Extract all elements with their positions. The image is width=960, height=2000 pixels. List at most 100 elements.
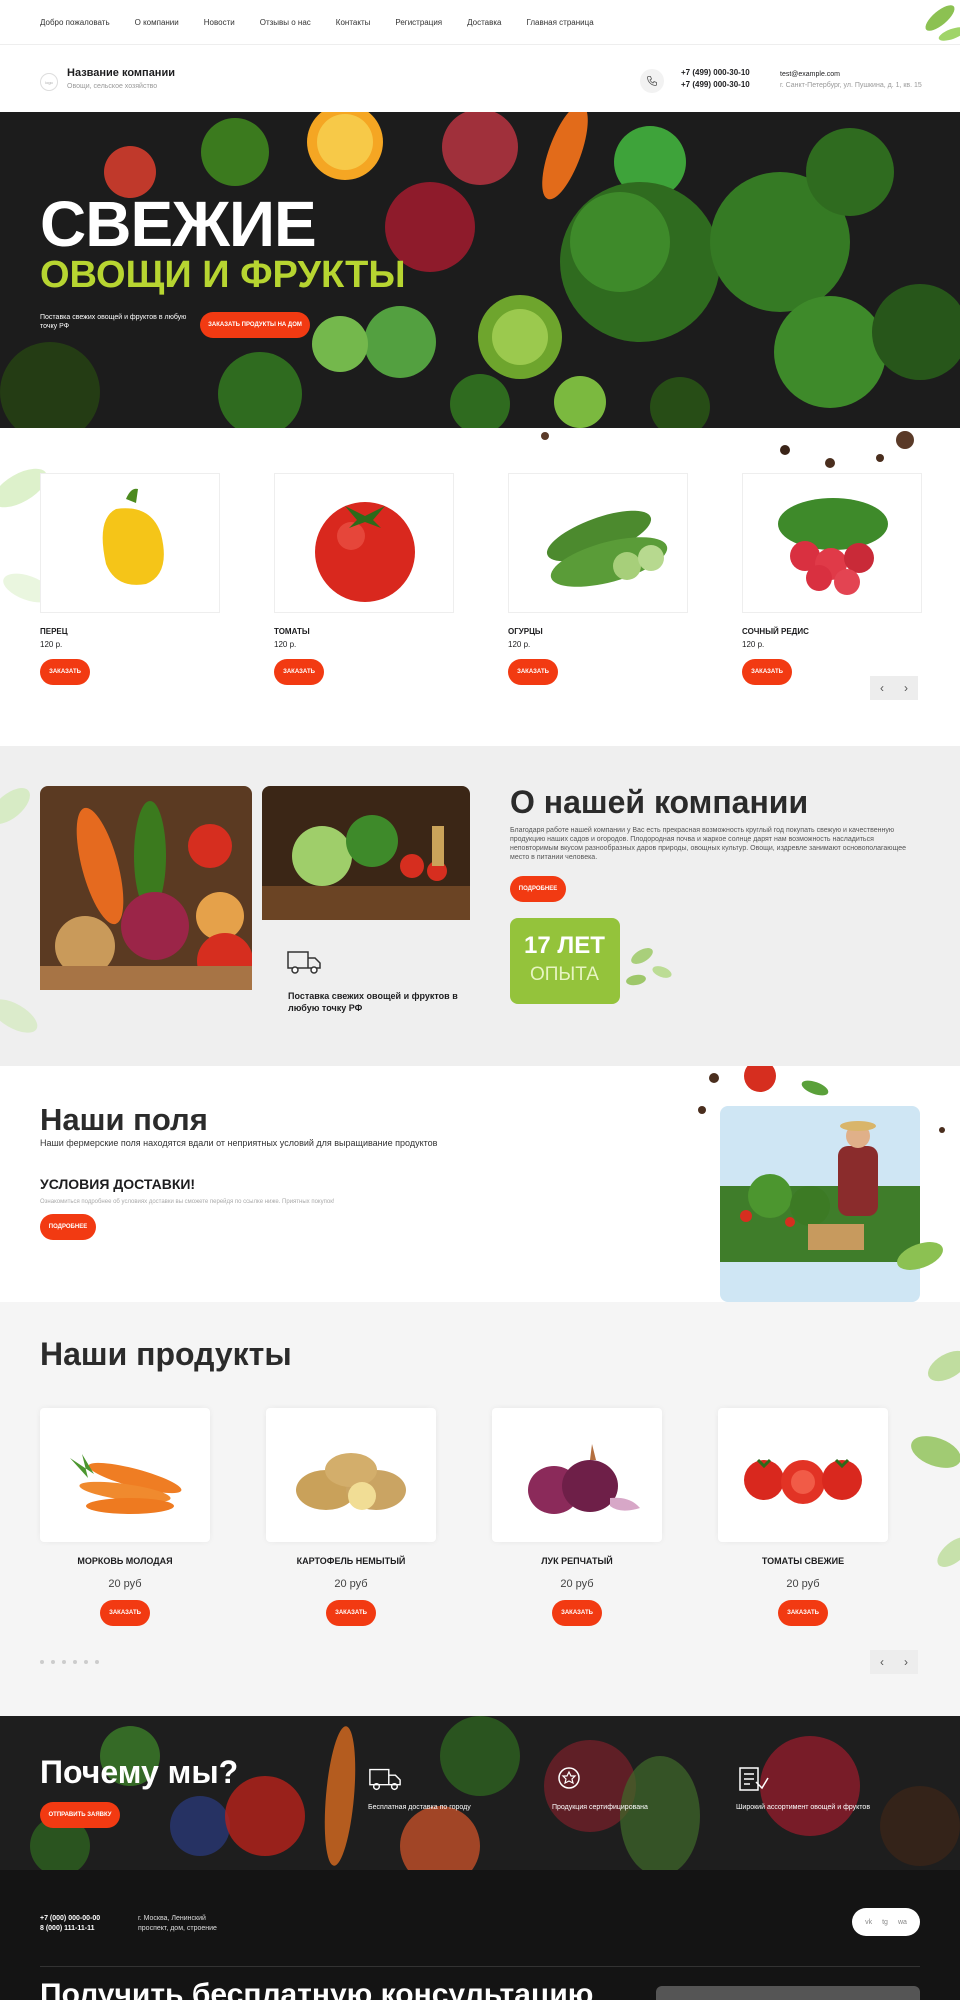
telegram-icon[interactable]: tg [882,1919,888,1926]
about-more-button[interactable]: ПОДРОБНЕЕ [510,876,566,902]
vk-icon[interactable]: vk [865,1919,872,1926]
product-image-tomato[interactable] [274,473,454,613]
experience-years: 17 ЛЕТ [524,932,605,959]
certificate-icon [552,1764,586,1794]
why-us-section: Почему мы? ОТПРАВИТЬ ЗАЯВКУ Бесплатная д… [0,1716,960,1870]
feature-free-delivery: Бесплатная доставка по городу [368,1764,508,1811]
site-header: logo Название компании Овощи, сельское х… [0,44,960,112]
product-image-pepper[interactable] [40,473,220,613]
product-name: КАРТОФЕЛЬ НЕМЫТЫЙ [296,1556,406,1566]
carousel-dot[interactable] [62,1660,66,1664]
carousel-nav: ‹ › [870,676,918,700]
product-image-cucumber[interactable] [508,473,688,613]
address: г. Санкт-Петербург, ул. Пушкина, д. 1, к… [780,82,922,89]
product-card: ПЕРЕЦ 120 р. ЗАКАЗАТЬ [40,473,220,685]
product-name: МОРКОВЬ МОЛОДАЯ [77,1556,173,1566]
social-links: vk tg wa [852,1908,920,1936]
hero-text: Поставка свежих овощей и фруктов в любую… [40,314,187,330]
order-products-button[interactable]: ЗАКАЗАТЬ ПРОДУКТЫ НА ДОМ [200,312,310,338]
carousel-dot[interactable] [84,1660,88,1664]
product-card: ТОМАТЫ 120 р. ЗАКАЗАТЬ [274,473,454,685]
product-image-tomatoes[interactable] [718,1408,888,1542]
product-price: 120 р. [274,640,297,649]
product-name: ТОМАТЫ [274,627,310,636]
order-button[interactable]: ЗАКАЗАТЬ [326,1600,376,1626]
nav-item-about[interactable]: О компании [135,18,179,27]
order-button[interactable]: ЗАКАЗАТЬ [552,1600,602,1626]
order-button[interactable]: ЗАКАЗАТЬ [508,659,558,685]
feature-text: Бесплатная доставка по городу [368,1804,471,1811]
email-link[interactable]: test@example.com [780,69,922,80]
logo[interactable]: logo [40,73,58,91]
fields-title: Наши поля [40,1102,208,1137]
phone-1[interactable]: +7 (499) 000-30-10 [681,67,750,79]
company-name: Название компании [67,67,175,79]
footer-divider [40,1966,920,1967]
order-button[interactable]: ЗАКАЗАТЬ [40,659,90,685]
product-price: 120 р. [508,640,531,649]
product-price: 20 руб [560,1578,594,1590]
basket-icon [736,1764,770,1794]
whatsapp-icon[interactable]: wa [898,1919,907,1926]
delivery-conditions-text: Ознакомиться подробнее об условиях доста… [40,1199,335,1205]
order-button[interactable]: ЗАКАЗАТЬ [100,1600,150,1626]
product-name: ОГУРЦЫ [508,627,543,636]
product-price: 120 р. [742,640,765,649]
product-image-radish[interactable] [742,473,922,613]
conditions-more-button[interactable]: ПОДРОБНЕЕ [40,1214,96,1240]
feature-text: Широкий ассортимент овощей и фруктов [736,1804,871,1811]
carousel-next-button[interactable]: › [894,676,918,700]
product-card: ОГУРЦЫ 120 р. ЗАКАЗАТЬ [508,473,688,685]
carousel-next-button[interactable]: › [894,1650,918,1674]
nav-item-contacts[interactable]: Контакты [336,18,371,27]
product-name: ТОМАТЫ СВЕЖИЕ [761,1556,845,1566]
carousel-prev-button[interactable]: ‹ [870,1650,894,1674]
about-section: Поставка свежих овощей и фруктов в любую… [0,746,960,1066]
send-request-button[interactable]: ОТПРАВИТЬ ЗАЯВКУ [40,1802,120,1828]
nav-item-news[interactable]: Новости [204,18,235,27]
product-image-onion[interactable] [492,1408,662,1542]
carousel-prev-button[interactable]: ‹ [870,676,894,700]
why-title: Почему мы? [40,1754,239,1790]
product-image-potato[interactable] [266,1408,436,1542]
top-nav: Добро пожаловать О компании Новости Отзы… [0,0,960,44]
nav-item-reviews[interactable]: Отзывы о нас [260,18,311,27]
footer-address-line-1: г. Москва, Ленинский [138,1915,206,1922]
product-image-carrot[interactable] [40,1408,210,1542]
experience-label: ОПЫТА [530,964,599,985]
nav-item-delivery[interactable]: Доставка [467,18,501,27]
order-button[interactable]: ЗАКАЗАТЬ [778,1600,828,1626]
carousel-nav: ‹ › [870,1650,918,1674]
carousel-dots [40,1660,99,1664]
carousel-dot[interactable] [95,1660,99,1664]
footer-address-line-2: проспект, дом, строение [138,1925,217,1932]
phone-2[interactable]: +7 (499) 000-30-10 [681,79,750,91]
footer-phone-2[interactable]: 8 (000) 111-11-11 [40,1924,100,1934]
products-title: Наши продукты [40,1336,292,1372]
vegetable-basket-image [40,786,252,990]
hero-title-2: ОВОЩИ И ФРУКТЫ [40,254,406,296]
product-card: МОРКОВЬ МОЛОДАЯ 20 руб ЗАКАЗАТЬ [40,1408,210,1626]
farmer-field-image [698,1066,945,1302]
footer: +7 (000) 000-00-00 8 (000) 111-11-11 г. … [0,1870,960,2000]
carousel-dot[interactable] [73,1660,77,1664]
experience-badge: 17 ЛЕТ ОПЫТА [510,918,620,1004]
consultation-image [656,1986,920,2000]
order-button[interactable]: ЗАКАЗАТЬ [742,659,792,685]
order-button[interactable]: ЗАКАЗАТЬ [274,659,324,685]
featured-products-carousel: ПЕРЕЦ 120 р. ЗАКАЗАТЬ ТОМАТЫ 120 р. ЗАКА… [0,428,960,746]
phones: +7 (499) 000-30-10 +7 (499) 000-30-10 [681,67,750,91]
carousel-dot[interactable] [51,1660,55,1664]
nav-item-welcome[interactable]: Добро пожаловать [40,18,110,27]
nav-item-registration[interactable]: Регистрация [395,18,442,27]
contact-info: test@example.com г. Санкт-Петербург, ул.… [780,69,922,91]
footer-phones: +7 (000) 000-00-00 8 (000) 111-11-11 [40,1914,100,1934]
products-section: Наши продукты МОРКОВЬ МОЛОДАЯ 20 руб ЗАК… [0,1302,960,1716]
feature-certified: Продукция сертифицирована [552,1764,692,1811]
nav-item-home[interactable]: Главная страница [526,18,593,27]
about-text: Благодаря работе нашей компании у Вас ес… [510,827,907,861]
product-price: 20 руб [786,1578,820,1590]
carousel-dot[interactable] [40,1660,44,1664]
about-title: О нашей компании [510,784,809,820]
footer-phone-1[interactable]: +7 (000) 000-00-00 [40,1914,100,1924]
